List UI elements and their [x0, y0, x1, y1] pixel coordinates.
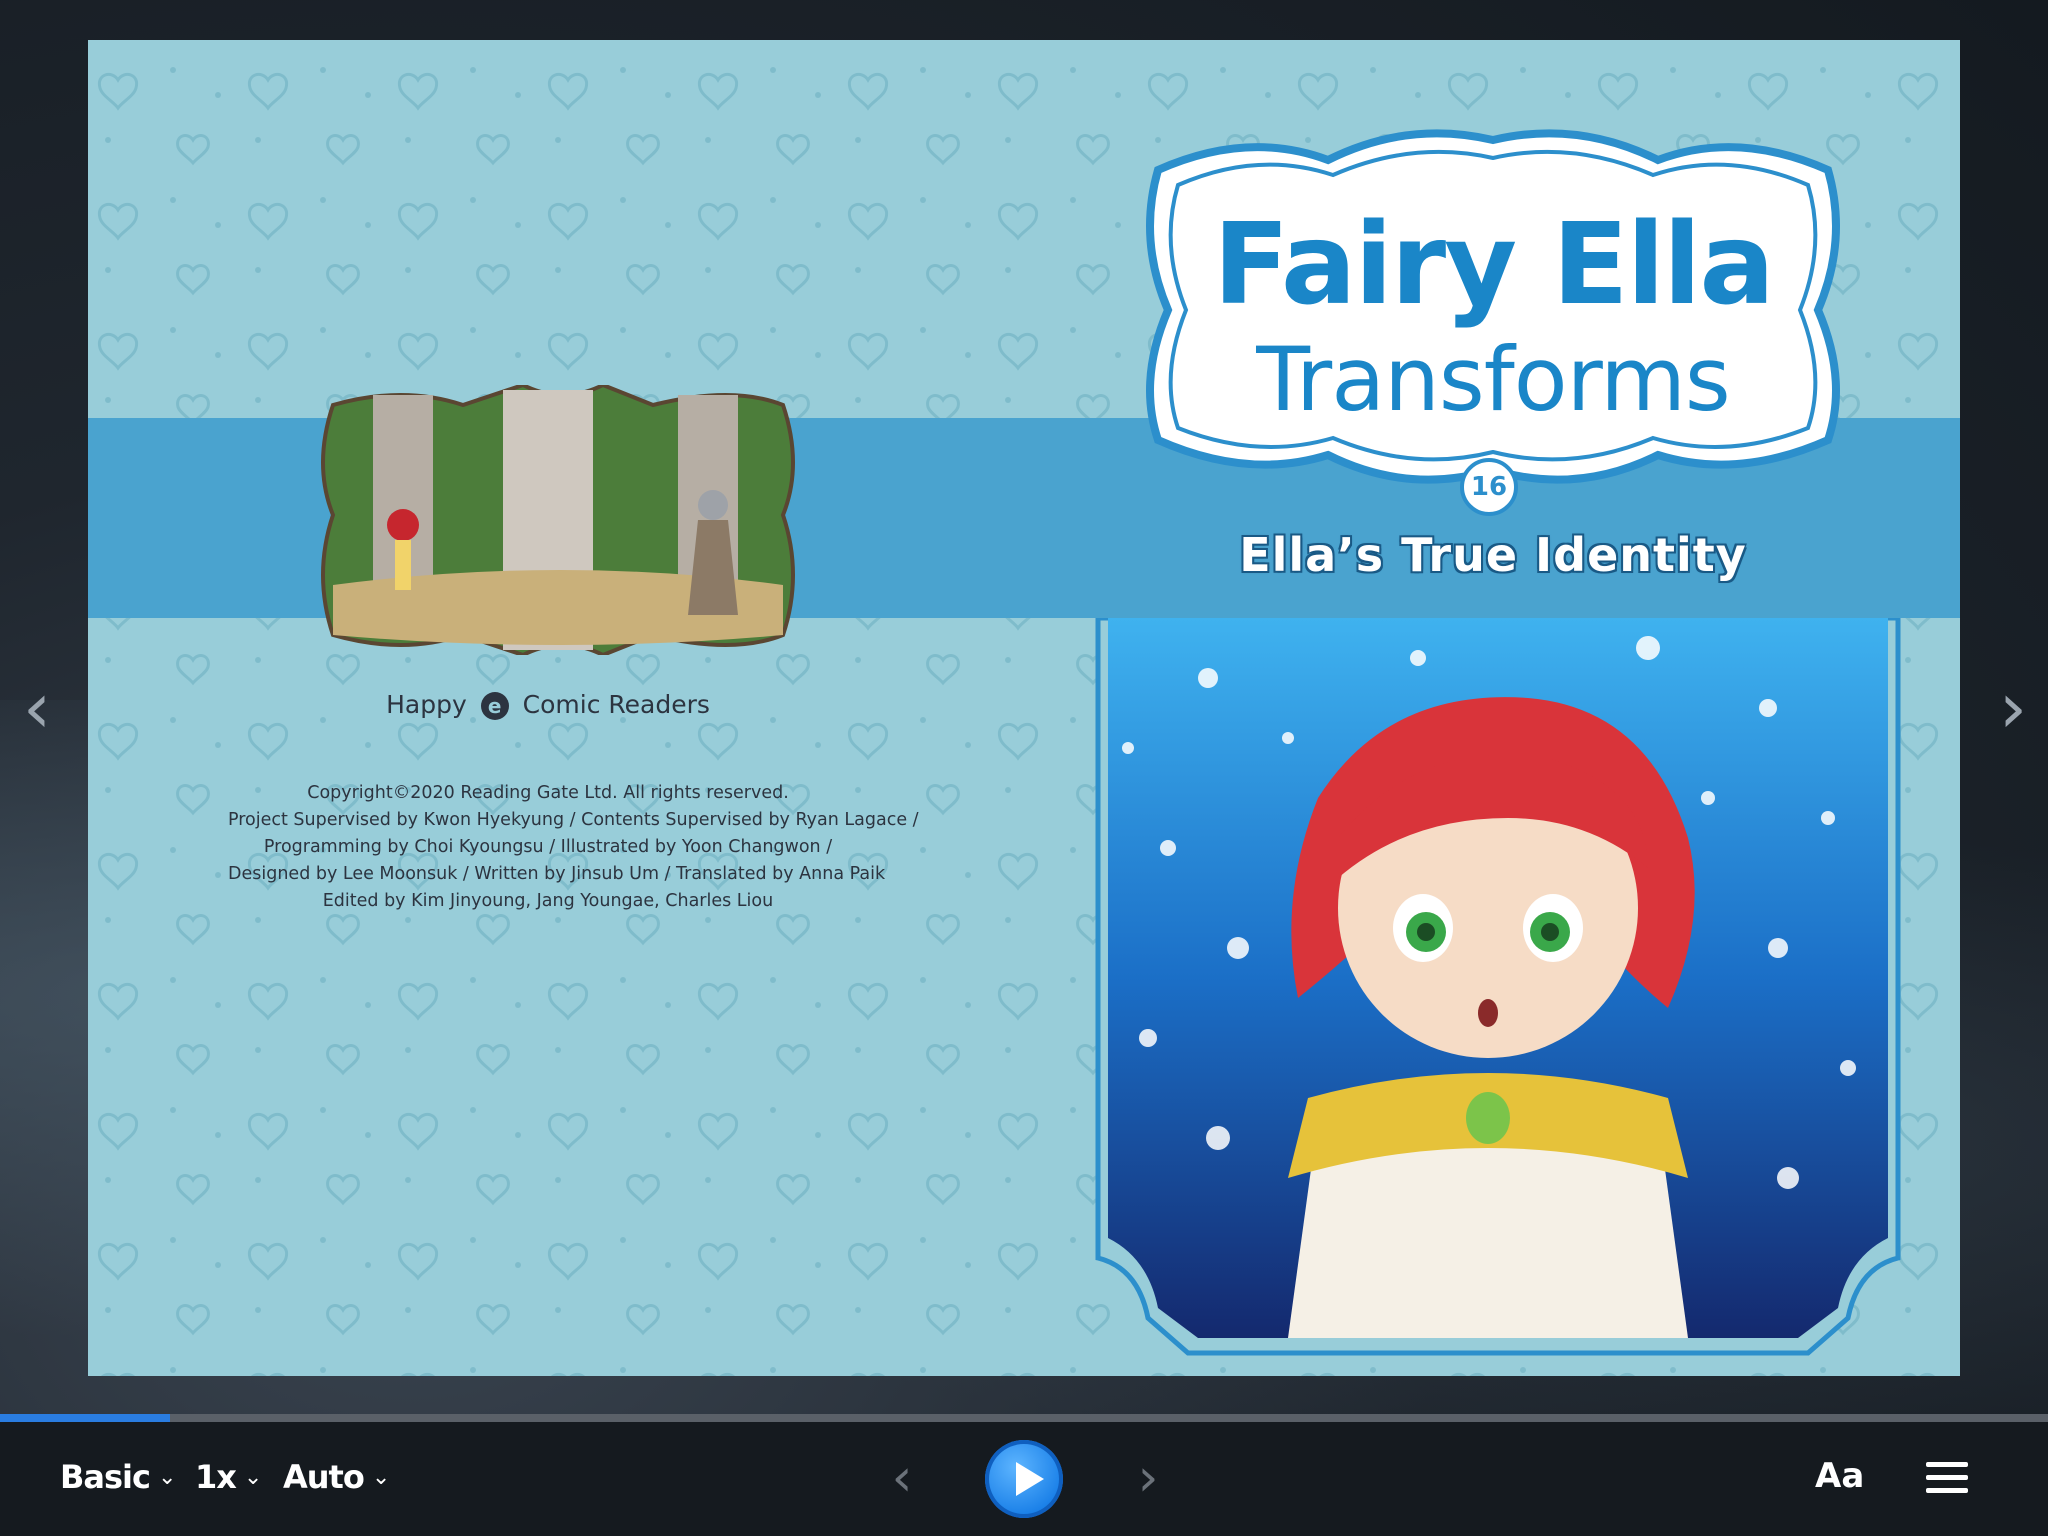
mode-dropdown[interactable]: Basic ⌄ [60, 1458, 176, 1496]
volume-badge: 16 [1460, 458, 1518, 516]
cover-illustration [1095, 618, 1901, 1356]
speed-label: 1x [195, 1458, 237, 1496]
next-page-arrow[interactable]: › [1988, 668, 2038, 748]
credit-line: Edited by Kim Jinyoung, Jang Youngae, Ch… [322, 891, 774, 911]
publisher-left: Happy [386, 690, 467, 719]
credit-line: Copyright©2020 Reading Gate Ltd. All rig… [307, 783, 789, 803]
auto-dropdown[interactable]: Auto ⌄ [283, 1458, 390, 1496]
prev-page-arrow[interactable]: ‹ [12, 668, 62, 748]
publisher-right: Comic Readers [522, 690, 710, 719]
previous-button[interactable]: ‹ [882, 1448, 922, 1508]
reading-progress-bar[interactable] [0, 1414, 2048, 1422]
series-title-line2: Transforms [1256, 328, 1731, 431]
credits-block: Copyright©2020 Reading Gate Ltd. All rig… [228, 780, 919, 915]
chevron-down-icon: ⌄ [157, 1464, 176, 1490]
reading-progress-fill [0, 1414, 170, 1422]
speed-dropdown[interactable]: 1x ⌄ [195, 1458, 262, 1496]
menu-icon[interactable] [1926, 1462, 1968, 1496]
play-button[interactable] [985, 1440, 1063, 1518]
mode-label: Basic [60, 1458, 151, 1496]
publisher-logo-icon: e [480, 692, 509, 720]
play-icon [1016, 1462, 1044, 1496]
auto-label: Auto [283, 1458, 365, 1496]
chevron-down-icon: ⌄ [371, 1464, 390, 1490]
font-settings-button[interactable]: Aa [1815, 1456, 1864, 1496]
publisher-line: Happy e Comic Readers [288, 690, 808, 720]
credit-line: Programming by Choi Kyoungsu / Illustrat… [263, 837, 833, 857]
credit-line: Project Supervised by Kwon Hyekyung / Co… [228, 810, 919, 830]
player-toolbar: Basic ⌄ 1x ⌄ Auto ⌄ ‹ › Aa [0, 1422, 2048, 1536]
series-title: Fairy Ella [1212, 200, 1775, 330]
chevron-down-icon: ⌄ [243, 1464, 262, 1490]
forest-scene-illustration [321, 385, 795, 655]
credit-line: Designed by Lee Moonsuk / Written by Jin… [228, 864, 886, 884]
next-button[interactable]: › [1128, 1448, 1168, 1508]
book-spread: Happy e Comic Readers Copyright©2020 Rea… [88, 40, 1960, 1376]
book-subtitle: Ella’s True Identity [1239, 528, 1747, 582]
